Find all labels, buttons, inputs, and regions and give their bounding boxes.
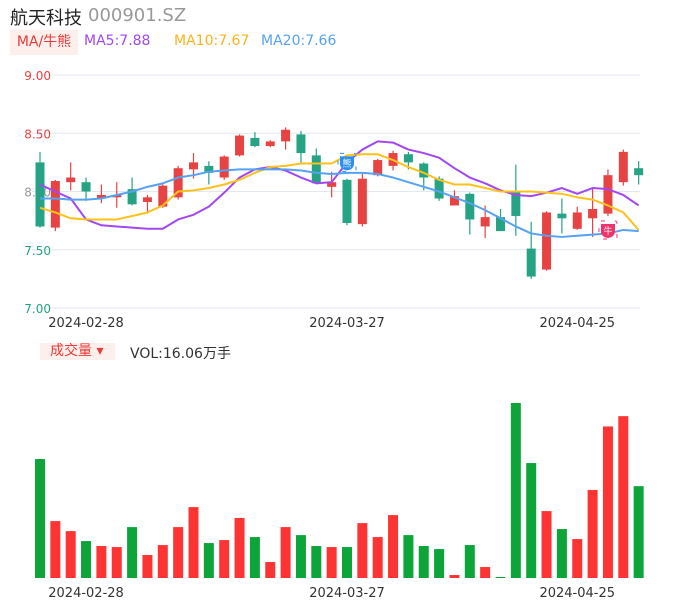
volume-bar: [311, 546, 322, 578]
volume-bar: [81, 541, 92, 578]
y-tick-label: 7.00: [24, 302, 51, 316]
candle-down: [35, 162, 45, 227]
volume-bar: [602, 426, 613, 578]
candle-up: [235, 135, 245, 156]
candle-up: [588, 208, 598, 219]
candle-up: [480, 217, 490, 227]
candle-up: [281, 129, 291, 142]
candle-down: [465, 193, 475, 220]
volume-bar: [526, 463, 537, 578]
y-tick-label: 9.00: [24, 69, 51, 83]
candle-up: [142, 197, 152, 202]
candle-down: [557, 213, 567, 219]
volume-bar: [556, 529, 567, 578]
volume-bar: [342, 547, 352, 578]
candle-down: [250, 137, 260, 147]
candle-down: [403, 154, 413, 163]
volume-x-tick-label: 2024-04-25: [539, 586, 615, 601]
volume-x-tick-label: 2024-03-27: [309, 586, 385, 601]
volume-bar: [541, 511, 552, 578]
volume-bar: [111, 547, 122, 578]
volume-bar: [96, 546, 107, 578]
candle-up: [50, 181, 60, 228]
volume-bar: [495, 577, 506, 578]
candle-down: [526, 248, 536, 277]
stock-chart: 航天科技 000901.SZ MA/牛熊 MA5:7.88 MA10:7.67 …: [0, 0, 686, 606]
volume-bar: [403, 535, 414, 578]
volume-bar: [326, 547, 337, 578]
x-tick-label: 2024-04-25: [539, 316, 615, 331]
volume-bar: [280, 527, 291, 578]
y-tick-label: 7.50: [24, 244, 51, 258]
y-tick-label: 8.50: [24, 127, 51, 141]
x-tick-label: 2024-02-28: [48, 316, 124, 331]
volume-bar: [50, 521, 61, 578]
volume-bar: [188, 507, 199, 578]
candle-down: [634, 168, 644, 176]
volume-bar: [357, 523, 368, 578]
candle-up: [66, 177, 76, 183]
volume-bar: [372, 537, 383, 578]
volume-bar: [572, 539, 583, 578]
volume-bar: [219, 540, 230, 578]
candle-up: [618, 151, 628, 183]
volume-bar: [234, 517, 245, 578]
volume-bar: [618, 416, 629, 578]
candle-down: [311, 155, 321, 184]
candle-up: [189, 162, 198, 170]
volume-bar: [295, 535, 306, 578]
signal-label: 牛: [603, 225, 612, 237]
candle-down: [296, 134, 306, 154]
candle-down: [419, 163, 429, 178]
volume-bar: [434, 549, 445, 578]
volume-bar: [35, 459, 45, 578]
volume-bar: [173, 527, 184, 578]
volume-bar: [633, 486, 644, 578]
volume-bar: [464, 545, 475, 578]
x-tick-label: 2024-03-27: [309, 316, 385, 331]
candle-up: [173, 168, 183, 198]
volume-bar: [587, 489, 598, 578]
candle-up: [265, 141, 275, 147]
chart-canvas[interactable]: 9.008.508.007.507.00熊牛2024-02-282024-03-…: [0, 0, 686, 606]
candle-up: [357, 178, 367, 225]
candle-down: [81, 182, 91, 192]
signal-label: 熊: [342, 157, 351, 169]
volume-x-tick-label: 2024-02-28: [48, 586, 124, 601]
volume-bar: [449, 575, 460, 578]
candle-up: [219, 156, 229, 178]
candle-down: [342, 179, 352, 223]
volume-bar: [249, 537, 260, 578]
volume-bar: [142, 555, 153, 578]
candle-up: [542, 212, 552, 270]
volume-bar: [157, 545, 168, 578]
candle-up: [572, 212, 582, 229]
volume-bar: [65, 531, 76, 578]
volume-bar: [388, 515, 399, 578]
volume-bar: [418, 546, 429, 578]
volume-bar: [480, 567, 491, 578]
volume-bar: [203, 543, 214, 578]
volume-bar: [265, 562, 276, 578]
volume-bar: [127, 527, 138, 578]
volume-bar: [510, 403, 521, 578]
